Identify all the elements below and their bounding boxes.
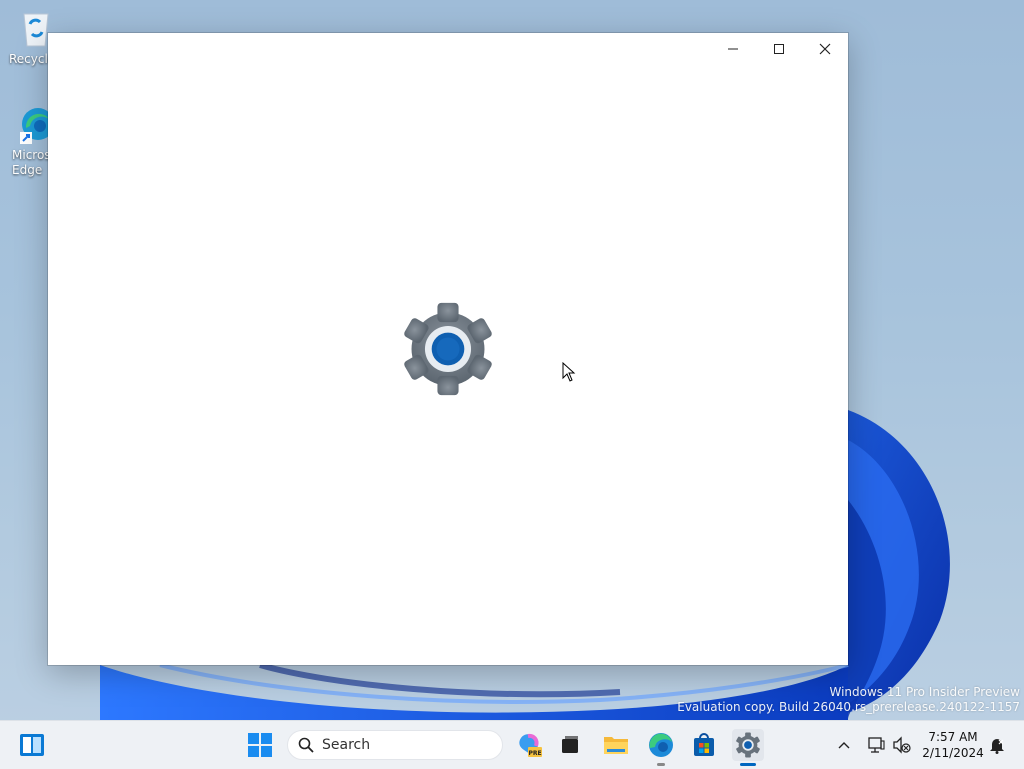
close-icon <box>819 43 831 55</box>
copilot-icon: PRE <box>519 733 542 757</box>
mouse-cursor-icon <box>562 362 576 382</box>
notification-bell-icon <box>990 739 1004 754</box>
settings-button[interactable] <box>732 729 764 761</box>
settings-icon <box>736 732 760 758</box>
edge-button[interactable] <box>645 729 677 761</box>
maximize-icon <box>774 44 784 54</box>
clock-time: 7:57 AM <box>928 730 978 744</box>
edge-running-indicator <box>657 763 665 766</box>
show-hidden-icons-button[interactable] <box>829 729 859 761</box>
start-icon <box>248 733 272 757</box>
maximize-button[interactable] <box>756 33 802 65</box>
file-explorer-button[interactable] <box>600 729 632 761</box>
notifications-button[interactable] <box>984 729 1010 761</box>
svg-text:PRE: PRE <box>528 750 541 757</box>
volume-button[interactable] <box>888 729 916 761</box>
copilot-button[interactable]: PRE <box>513 729 545 761</box>
settings-active-indicator <box>740 763 756 766</box>
store-button[interactable] <box>688 729 720 761</box>
settings-window[interactable] <box>48 33 848 665</box>
clock[interactable]: 7:57 AM 2/11/2024 <box>918 729 988 761</box>
edge-icon <box>649 733 673 757</box>
settings-gear-icon <box>404 302 492 396</box>
file-explorer-icon <box>604 737 628 754</box>
network-button[interactable] <box>862 729 890 761</box>
clock-date: 2/11/2024 <box>922 746 984 760</box>
search-box[interactable]: Search <box>287 730 503 760</box>
task-view-button[interactable] <box>554 729 586 761</box>
task-view-icon <box>562 736 578 753</box>
taskbar: Search PRE 7:57 AM 2/11/2024 <box>0 720 1024 769</box>
widgets-icon <box>20 734 44 756</box>
minimize-icon <box>728 48 738 50</box>
watermark-line-2: Evaluation copy. Build 26040.rs_prerelea… <box>677 700 1020 714</box>
network-icon <box>868 737 885 753</box>
search-icon <box>298 737 314 753</box>
store-icon <box>694 733 714 756</box>
chevron-up-icon <box>838 742 850 749</box>
volume-muted-icon <box>893 736 911 754</box>
minimize-button[interactable] <box>710 33 756 65</box>
start-button[interactable] <box>244 729 276 761</box>
search-placeholder: Search <box>322 737 371 753</box>
watermark-line-1: Windows 11 Pro Insider Preview <box>829 685 1020 699</box>
widgets-button[interactable] <box>16 729 48 761</box>
close-button[interactable] <box>802 33 848 65</box>
